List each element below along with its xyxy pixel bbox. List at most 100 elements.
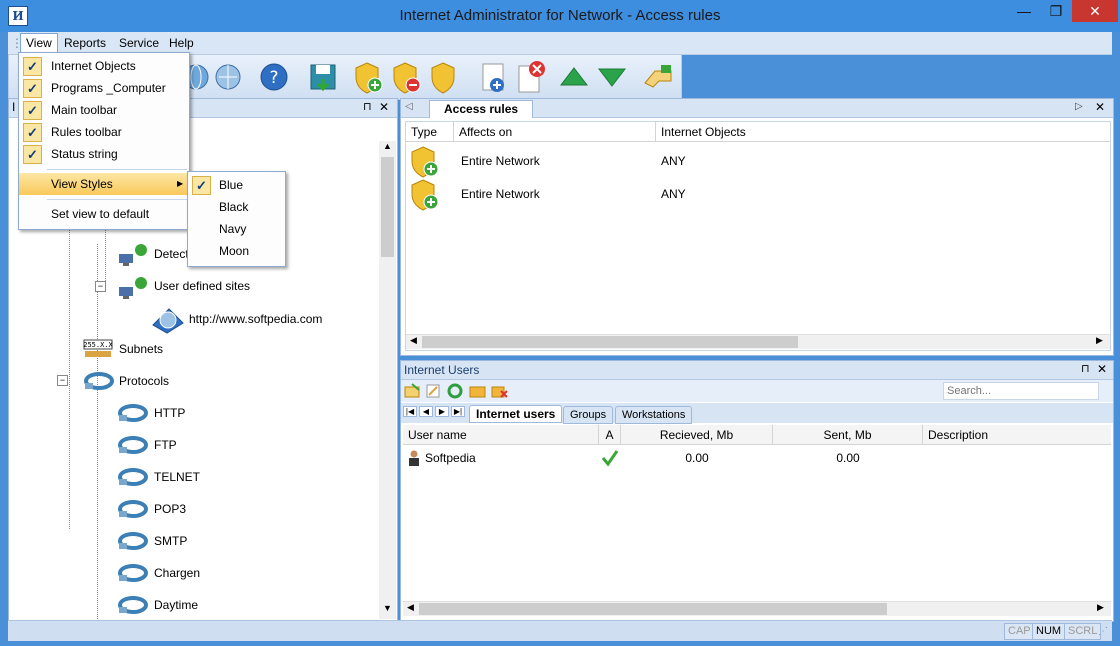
menu-item-status-string[interactable]: ✓ Status string (19, 143, 189, 165)
cell-affects-on: Entire Network (461, 187, 540, 201)
col-type[interactable]: Type (406, 122, 454, 142)
checkmark-icon (601, 450, 619, 467)
tab-workstations[interactable]: Workstations (615, 406, 693, 424)
col-active[interactable]: A (599, 425, 621, 445)
menu-service[interactable]: Service (115, 35, 163, 51)
menu-item-label: Internet Objects (51, 59, 136, 73)
close-icon[interactable]: ✕ (1095, 100, 1105, 114)
style-option-blue[interactable]: ✓ Blue (188, 174, 285, 196)
refresh-icon[interactable] (447, 383, 465, 399)
table-row[interactable]: Softpedia 0.00 0.00 (403, 447, 1111, 469)
close-icon[interactable]: ✕ (1097, 362, 1107, 376)
col-received[interactable]: Recieved, Mb (621, 425, 773, 445)
tree-label: User defined sites (154, 279, 251, 293)
menu-item-view-styles[interactable]: View Styles ▶ (19, 173, 189, 195)
tab-groups[interactable]: Groups (563, 406, 614, 424)
collapse-toggle[interactable]: − (57, 375, 68, 386)
search-input[interactable] (943, 382, 1099, 400)
internet-toolbar-icon[interactable] (213, 62, 243, 92)
tab-scroll-left-icon[interactable]: ◁ (405, 101, 413, 112)
folder-icon[interactable] (469, 383, 487, 399)
move-up-icon[interactable] (559, 65, 589, 89)
last-page-icon[interactable]: ▶| (451, 406, 465, 417)
col-description[interactable]: Description (923, 425, 1111, 445)
collapse-toggle[interactable]: − (95, 281, 106, 292)
style-option-black[interactable]: Black (188, 196, 285, 218)
cable-icon (118, 404, 148, 422)
cable-icon (118, 532, 148, 550)
help-icon[interactable]: ? (259, 62, 289, 92)
menu-item-label: Blue (219, 178, 244, 192)
tab-scroll-right-icon[interactable]: ▷ (1075, 101, 1083, 112)
menu-item-main-toolbar[interactable]: ✓ Main toolbar (19, 99, 189, 121)
menu-item-rules-toolbar[interactable]: ✓ Rules toolbar (19, 121, 189, 143)
add-rule-shield-icon[interactable] (353, 61, 385, 95)
tab-internet-users[interactable]: Internet users (469, 405, 563, 423)
globe-icon (152, 308, 184, 334)
check-icon: ✓ (23, 57, 42, 76)
close-icon[interactable]: ✕ (379, 100, 389, 114)
minimize-button[interactable]: — (1008, 0, 1040, 22)
menu-item-set-view-default[interactable]: Set view to default (19, 203, 189, 225)
scroll-left-arrow[interactable]: ◀ (407, 602, 414, 613)
pin-icon[interactable]: ⊓ (1081, 362, 1090, 375)
check-icon: ✓ (192, 176, 211, 195)
menu-view[interactable]: View (20, 33, 58, 53)
cell-internet-objects: ANY (661, 154, 686, 168)
next-page-icon[interactable]: ▶ (435, 406, 449, 417)
col-user-name[interactable]: User name (403, 425, 599, 445)
close-button[interactable]: ✕ (1072, 0, 1118, 22)
panel-title: Internet Users (404, 363, 480, 377)
network-computer-icon (119, 244, 147, 266)
check-icon: ✓ (23, 145, 42, 164)
users-panel-header: Internet Users ⊓ ✕ (401, 361, 1113, 380)
pin-icon[interactable]: ⊓ (363, 100, 372, 113)
menu-item-internet-objects[interactable]: ✓ Internet Objects (19, 55, 189, 77)
rules-hscrollbar[interactable]: ◀ ▶ (406, 334, 1110, 349)
scroll-right-arrow[interactable]: ▶ (1097, 602, 1104, 613)
edit-user-icon[interactable] (425, 383, 443, 399)
menu-reports[interactable]: Reports (60, 35, 110, 51)
menu-item-programs-computer[interactable]: ✓ Programs _Computer (19, 77, 189, 99)
add-user-icon[interactable] (404, 383, 422, 399)
prev-page-icon[interactable]: ◀ (419, 406, 433, 417)
tree-scrollbar[interactable]: ▲ ▼ (379, 141, 396, 619)
first-page-icon[interactable]: |◀ (403, 406, 417, 417)
col-sent[interactable]: Sent, Mb (773, 425, 923, 445)
maximize-button[interactable]: ❐ (1040, 0, 1072, 22)
check-icon: ✓ (23, 79, 42, 98)
title-bar: И Internet Administrator for Network - A… (0, 0, 1120, 32)
scroll-left-arrow[interactable]: ◀ (410, 335, 417, 346)
remove-rule-shield-icon[interactable] (391, 61, 423, 95)
delete-icon[interactable] (491, 383, 509, 399)
style-option-navy[interactable]: Navy (188, 218, 285, 240)
scroll-right-arrow[interactable]: ▶ (1096, 335, 1103, 346)
new-document-icon[interactable] (479, 61, 509, 95)
tab-access-rules[interactable]: Access rules (429, 100, 534, 118)
resize-grip-icon[interactable]: ⋰ (1098, 626, 1108, 637)
scrollbar-thumb[interactable] (381, 157, 394, 257)
svg-text:?: ? (269, 68, 278, 88)
delete-document-icon[interactable] (515, 59, 547, 95)
menu-help[interactable]: Help (165, 35, 198, 51)
table-row[interactable]: Entire Network ANY (406, 144, 1110, 178)
scroll-down-arrow[interactable]: ▼ (379, 603, 396, 613)
col-affects-on[interactable]: Affects on (454, 122, 656, 142)
view-styles-submenu: ✓ Blue Black Navy Moon (187, 171, 286, 267)
users-hscrollbar[interactable]: ◀ ▶ (403, 601, 1111, 616)
save-icon[interactable] (307, 61, 339, 93)
tree-label: FTP (154, 438, 177, 452)
apply-hand-icon[interactable] (641, 61, 675, 93)
col-internet-objects[interactable]: Internet Objects (656, 122, 1110, 142)
user-icon (409, 450, 419, 466)
style-option-moon[interactable]: Moon (188, 240, 285, 262)
scrollbar-thumb[interactable] (422, 336, 798, 348)
move-down-icon[interactable] (597, 65, 627, 89)
scroll-up-arrow[interactable]: ▲ (379, 141, 396, 151)
menu-item-label: Programs _Computer (51, 81, 166, 95)
edit-rule-shield-icon[interactable] (429, 61, 461, 95)
cable-icon (118, 468, 148, 486)
tree-label: http://www.softpedia.com (189, 312, 323, 326)
scrollbar-thumb[interactable] (419, 603, 887, 615)
table-row[interactable]: Entire Network ANY (406, 177, 1110, 211)
